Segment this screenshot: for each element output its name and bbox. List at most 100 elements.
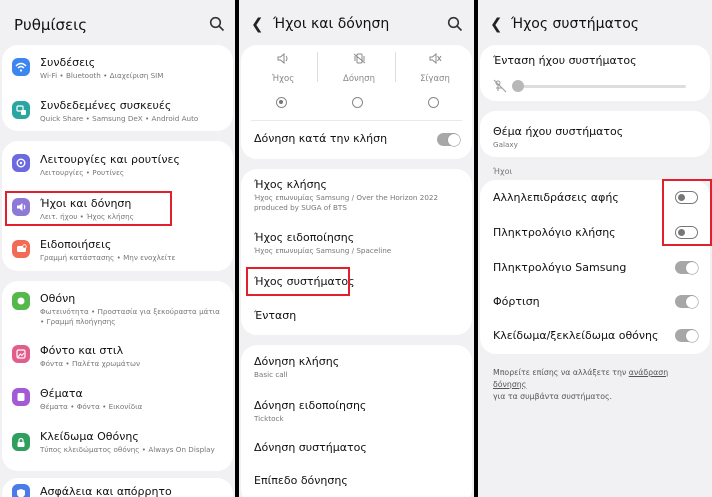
footer-text: Μπορείτε επίσης να αλλάξετε την <box>493 368 629 377</box>
settings-item-sub: Φωτεινότητα • Προστασία για ξεκούραστα μ… <box>40 307 220 316</box>
sounds-panel: ❮ Ήχοι και δόνηση Ήχος Δόνηση Σίγαση Δόν… <box>239 0 474 497</box>
divider <box>251 120 462 121</box>
settings-item-notifications[interactable]: Ειδοποιήσεις Γραμμή κατάστασης • Μην ενο… <box>2 229 233 271</box>
system-sound-header: ❮ Ήχος συστήματος <box>478 0 712 46</box>
call-vibration-row[interactable]: Δόνηση κλήσης Basic call <box>241 345 472 387</box>
settings-item-sub: Τύπος κλειδώματος οθόνης • Always On Dis… <box>40 445 215 454</box>
settings-item-lock-screen[interactable]: Κλείδωμα Οθόνης Τύπος κλειδώματος οθόνης… <box>2 421 233 467</box>
highlight-box <box>246 267 350 296</box>
sounds-card: Ήχος κλήσης Ήχος επωνυμίας Samsung / Ove… <box>241 169 472 335</box>
notifications-icon <box>12 240 30 258</box>
page-title: Ήχος συστήματος <box>511 16 640 32</box>
volume-row[interactable]: Ένταση <box>241 301 472 333</box>
notification-sound-row[interactable]: Ήχος ειδοποίησης Ήχος επωνυμίας Samsung … <box>241 221 472 265</box>
connections-card: Συνδέσεις Wi-Fi • Bluetooth • Διαχείριση… <box>2 45 233 131</box>
settings-item-sub: Γραμμή κατάστασης • Μην ενοχλείτε <box>40 253 176 262</box>
vibrate-while-ringing-row[interactable]: Δόνηση κατά την κλήση <box>241 123 472 159</box>
sound-theme-value: Galaxy <box>493 140 518 149</box>
volume-label: Ένταση <box>254 309 297 322</box>
settings-item-sub: Θέματα • Φόντα • Εικονίδια <box>40 402 143 411</box>
mode-label: Ήχος <box>271 74 295 84</box>
highlight-box <box>5 191 172 226</box>
ringtone-value-2: produced by SUGA of BTS <box>254 203 347 212</box>
toggle-label: Πληκτρολόγιο Samsung <box>493 261 627 274</box>
toggle-row-lock-unlock[interactable]: Κλείδωμα/ξεκλείδωμα οθόνης <box>480 318 710 352</box>
wallpaper-icon <box>12 345 30 363</box>
vibration-level-row[interactable]: Επίπεδο δόνησης <box>241 467 472 497</box>
settings-item-label: Οθόνη <box>40 292 76 305</box>
settings-item-sub: Λειτουργίες • Ρουτίνες <box>40 168 125 177</box>
settings-item-label: Συνδέσεις <box>40 56 96 69</box>
display-icon <box>12 292 30 310</box>
settings-item-label: Ασφάλεια και απόρρητο <box>40 485 172 497</box>
security-card: Ασφάλεια και απόρρητο <box>2 478 233 497</box>
modes-routines-icon <box>12 154 30 172</box>
back-icon[interactable]: ❮ <box>251 15 264 33</box>
ringtone-label: Ήχος κλήσης <box>254 178 327 191</box>
settings-item-wallpaper[interactable]: Φόντο και στιλ Φόντα • Παλέτα χρωμάτων <box>2 333 233 375</box>
lock-unlock-toggle[interactable] <box>675 329 698 342</box>
footer-note: Μπορείτε επίσης να αλλάξετε την ανάδραση… <box>493 367 698 403</box>
page-title: Ήχοι και δόνηση <box>273 16 390 32</box>
connected-devices-icon <box>12 101 30 119</box>
system-sound-panel: ❮ Ήχος συστήματος Ένταση ήχου συστήματος… <box>478 0 712 497</box>
radio-mute[interactable] <box>428 97 439 108</box>
toggle-label: Κλείδωμα/ξεκλείδωμα οθόνης <box>493 329 659 342</box>
samsung-keyboard-toggle[interactable] <box>675 261 698 274</box>
settings-item-display[interactable]: Οθόνη Φωτεινότητα • Προστασία για ξεκούρ… <box>2 281 233 331</box>
sound-theme-card: Θέμα ήχου συστήματος Galaxy <box>480 111 710 157</box>
settings-item-themes[interactable]: Θέματα Θέματα • Φόντα • Εικονίδια <box>2 377 233 419</box>
settings-item-security[interactable]: Ασφάλεια και απόρρητο <box>2 478 233 497</box>
back-icon[interactable]: ❮ <box>490 15 503 33</box>
settings-panel: Ρυθμίσεις Συνδέσεις Wi-Fi • Bluetooth • … <box>0 0 235 497</box>
search-icon[interactable] <box>209 16 225 32</box>
search-icon[interactable] <box>447 16 463 32</box>
toggle-label: Αλληλεπιδράσεις αφής <box>493 191 619 204</box>
settings-item-sub: Quick Share • Samsung DeX • Android Auto <box>40 114 199 123</box>
vibrate-while-ringing-toggle[interactable] <box>437 133 460 146</box>
call-vibration-label: Δόνηση κλήσης <box>254 355 340 368</box>
call-vibration-value: Basic call <box>254 370 288 379</box>
settings-item-connected-devices[interactable]: Συνδεδεμένες συσκευές Quick Share • Sams… <box>2 90 233 130</box>
toggle-row-charging[interactable]: Φόρτιση <box>480 284 710 318</box>
system-volume-slider[interactable] <box>512 80 686 92</box>
notification-vibration-label: Δόνηση ειδοποίησης <box>254 399 367 412</box>
vibrate-icon[interactable] <box>349 53 369 67</box>
touch-sound-muted-icon <box>493 79 507 93</box>
ringtone-row[interactable]: Ήχος κλήσης Ήχος επωνυμίας Samsung / Ove… <box>241 169 472 219</box>
mode-label: Σίγαση <box>420 74 450 84</box>
system-vibration-row[interactable]: Δόνηση συστήματος <box>241 433 472 465</box>
vibrate-while-ringing-label: Δόνηση κατά την κλήση <box>254 132 388 145</box>
notification-vibration-value: Ticktock <box>254 414 284 423</box>
lock-screen-icon <box>12 433 30 451</box>
sound-theme-row[interactable]: Θέμα ήχου συστήματος Galaxy <box>480 111 710 157</box>
vibration-card: Δόνηση κλήσης Basic call Δόνηση ειδοποίη… <box>241 345 472 497</box>
radio-sound[interactable] <box>276 97 287 108</box>
wifi-icon <box>12 58 30 76</box>
system-volume-card: Ένταση ήχου συστήματος <box>480 45 710 101</box>
mode-label: Δόνηση <box>343 74 375 84</box>
notification-sound-label: Ήχος ειδοποίησης <box>254 231 355 244</box>
settings-item-connections[interactable]: Συνδέσεις Wi-Fi • Bluetooth • Διαχείριση… <box>2 45 233 88</box>
display-card: Οθόνη Φωτεινότητα • Προστασία για ξεκούρ… <box>2 281 233 471</box>
divider <box>317 52 318 82</box>
radio-vibrate[interactable] <box>352 97 363 108</box>
notification-vibration-row[interactable]: Δόνηση ειδοποίησης Ticktock <box>241 389 472 431</box>
settings-item-sub-2: • Γραμμή πλοήγησης <box>40 317 116 326</box>
settings-item-label: Κλείδωμα Οθόνης <box>40 430 139 443</box>
settings-item-label: Λειτουργίες και ρουτίνες <box>40 153 180 166</box>
system-volume-label: Ένταση ήχου συστήματος <box>493 54 637 67</box>
toggle-label: Φόρτιση <box>493 295 540 308</box>
toggle-row-samsung-keyboard[interactable]: Πληκτρολόγιο Samsung <box>480 250 710 284</box>
settings-item-modes-routines[interactable]: Λειτουργίες και ρουτίνες Λειτουργίες • Ρ… <box>2 141 233 183</box>
themes-icon <box>12 388 30 406</box>
divider <box>395 52 396 82</box>
speaker-icon[interactable] <box>273 52 293 67</box>
settings-item-label: Συνδεδεμένες συσκευές <box>40 99 172 112</box>
notification-sound-value: Ήχος επωνυμίας Samsung / Spaceline <box>254 246 392 255</box>
charging-toggle[interactable] <box>675 295 698 308</box>
ringtone-value: Ήχος επωνυμίας Samsung / Over the Horizo… <box>254 193 439 202</box>
mute-icon[interactable] <box>425 52 445 67</box>
slider-thumb[interactable] <box>512 80 524 92</box>
settings-item-label: Φόντο και στιλ <box>40 344 124 357</box>
